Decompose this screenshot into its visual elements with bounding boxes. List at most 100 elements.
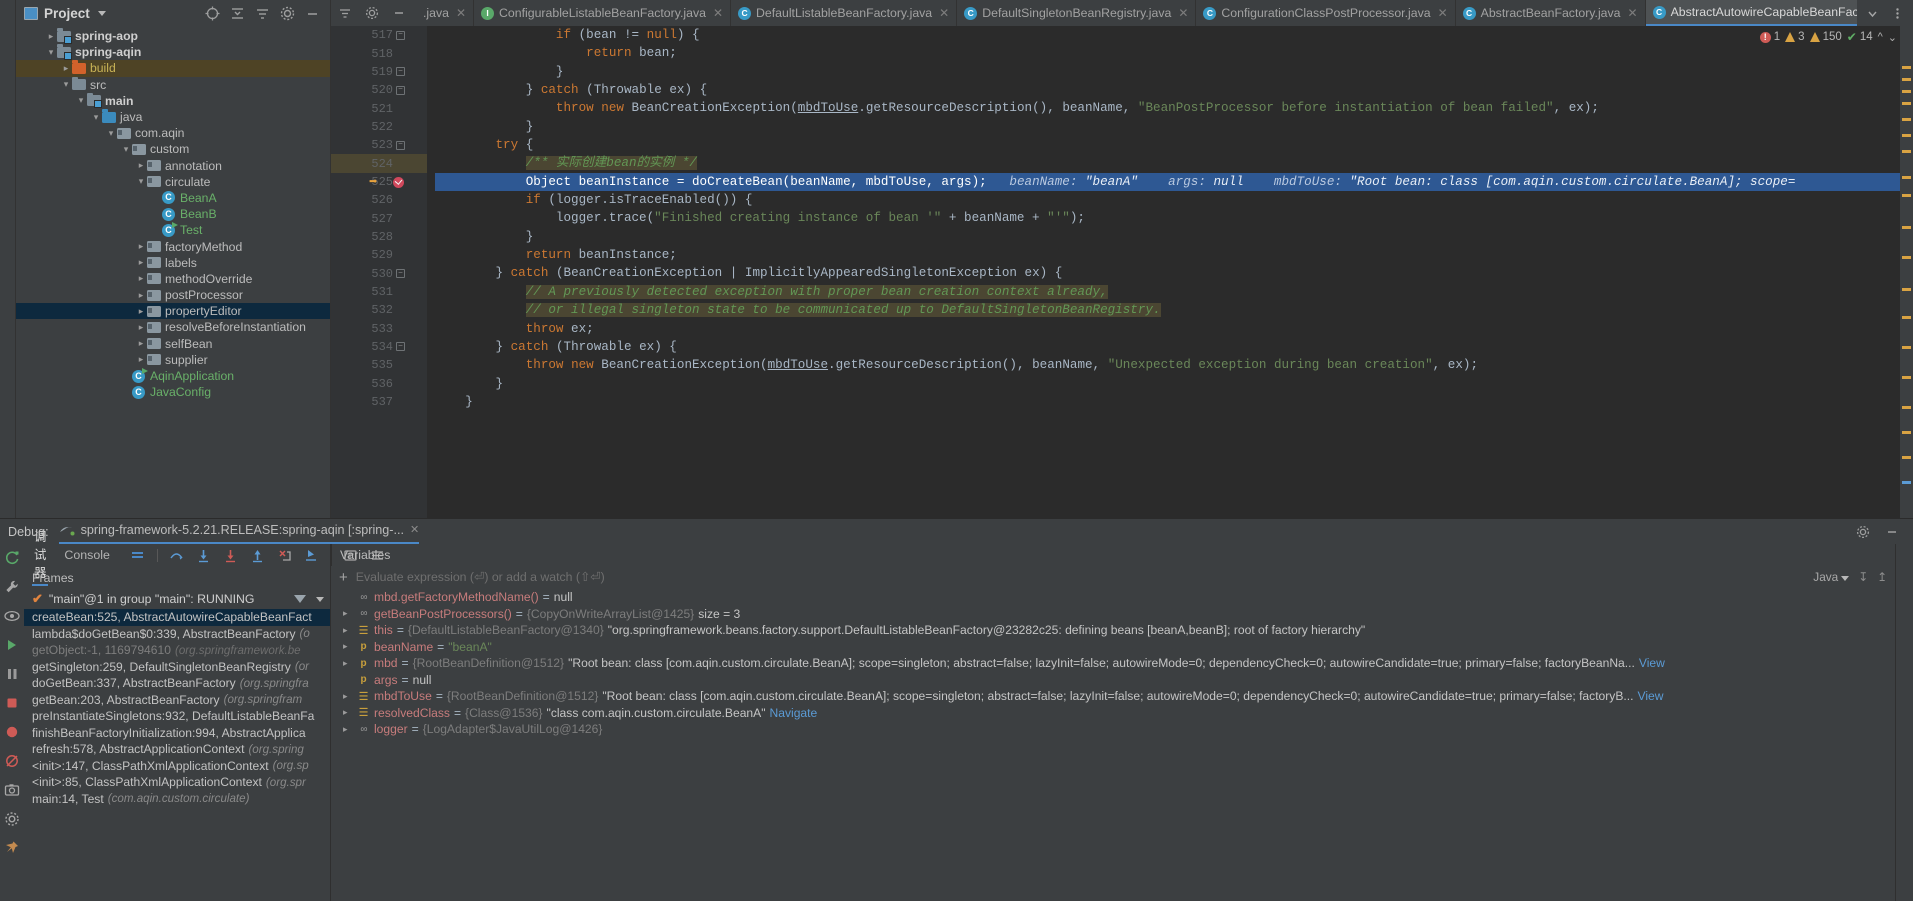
editor-marker[interactable] <box>1902 288 1911 291</box>
editor-marker[interactable] <box>1902 90 1911 93</box>
tree-toggle-open-icon[interactable] <box>105 129 117 138</box>
editor-tab-abstractautowirecapablebeanfactory[interactable]: C AbstractAutowireCapableBeanFactory.java… <box>1645 0 1857 26</box>
expand-toggle-icon[interactable]: ▸ <box>343 641 353 652</box>
target-icon[interactable] <box>205 6 220 21</box>
variable-action-link[interactable]: View <box>1639 656 1665 670</box>
close-icon[interactable]: ✕ <box>410 523 419 536</box>
editor-tab-configurablelistablebeanfactory[interactable]: I ConfigurableListableBeanFactory.java ✕ <box>474 0 732 26</box>
frame-item[interactable]: getBean:203, AbstractBeanFactory (org.spr… <box>24 692 330 709</box>
editor-marker[interactable] <box>1902 134 1911 137</box>
editor-marker[interactable] <box>1902 431 1911 434</box>
code-fold-icon[interactable]: − <box>396 85 405 95</box>
tree-toggle-open-icon[interactable] <box>45 48 57 57</box>
mute-breakpoints-toggle-icon[interactable] <box>4 753 20 769</box>
variable-row[interactable]: ▸ ☰ resolvedClass = {Class@1536} "class co… <box>331 705 1895 722</box>
tree-item-javaconfig[interactable]: C JavaConfig <box>16 384 330 400</box>
tree-item-spring-aqin[interactable]: spring-aqin <box>16 44 330 60</box>
editor-marker[interactable] <box>1902 78 1911 81</box>
variable-row[interactable]: ∞ mbd.getFactoryMethodName() = null <box>331 589 1895 606</box>
close-tab-icon[interactable]: ✕ <box>713 6 723 20</box>
tree-toggle-closed-icon[interactable] <box>135 258 147 267</box>
editor-marker[interactable] <box>1902 150 1911 153</box>
tree-item-circulate[interactable]: circulate <box>16 174 330 190</box>
frame-item[interactable]: <init>:147, ClassPathXmlApplicationConte… <box>24 758 330 775</box>
code-fold-icon[interactable]: − <box>396 269 405 279</box>
frame-item[interactable]: getObject:-1, 1169794610 (org.springframe… <box>24 642 330 659</box>
editor-tab-configurationclasspostprocessor[interactable]: C ConfigurationClassPostProcessor.java ✕ <box>1196 0 1456 26</box>
editor-tab-abstractbeanfactory[interactable]: C AbstractBeanFactory.java ✕ <box>1456 0 1646 26</box>
variable-row[interactable]: ▸ ∞ logger = {LogAdapter$JavaUtilLog@1426} <box>331 721 1895 738</box>
tree-toggle-open-icon[interactable] <box>75 96 87 105</box>
stop-program-icon[interactable] <box>4 695 20 711</box>
chevron-down-icon[interactable] <box>97 10 106 16</box>
editor-marker[interactable] <box>1902 346 1911 349</box>
add-watch-icon[interactable]: + <box>339 569 348 586</box>
evaluate-expression-bar[interactable]: + Evaluate expression (⏎) or add a watch… <box>331 566 1895 588</box>
variables-list[interactable]: ∞ mbd.getFactoryMethodName() = null ▸ ∞ getB… <box>331 588 1895 901</box>
tab-console[interactable]: Console <box>62 546 111 565</box>
gear-icon[interactable] <box>364 6 379 21</box>
gear-icon[interactable] <box>280 6 295 21</box>
gear-icon[interactable] <box>1855 524 1870 539</box>
tree-toggle-open-icon[interactable] <box>120 145 132 154</box>
pause-program-icon[interactable] <box>4 666 20 682</box>
tree-toggle-closed-icon[interactable] <box>60 64 72 73</box>
editor-marker[interactable] <box>1902 481 1911 484</box>
code-fold-icon[interactable]: − <box>396 342 405 352</box>
editor-marker[interactable] <box>1902 316 1911 319</box>
tree-toggle-closed-icon[interactable] <box>135 307 147 316</box>
tree-toggle-closed-icon[interactable] <box>135 291 147 300</box>
close-tab-icon[interactable]: ✕ <box>1178 6 1188 20</box>
frame-item[interactable]: lambda$doGetBean$0:339, AbstractBeanFact… <box>24 626 330 643</box>
collapse-all-icon[interactable]: ↥ <box>1877 570 1887 584</box>
tree-item-labels[interactable]: labels <box>16 255 330 271</box>
chevron-down-icon[interactable] <box>316 596 324 602</box>
resume-program-icon[interactable] <box>4 637 20 653</box>
step-into-icon[interactable] <box>196 548 212 564</box>
tree-item-propertyeditor[interactable]: propertyEditor <box>16 303 330 320</box>
project-tree[interactable]: spring-aopspring-aqinbuildsrcmain javacom… <box>16 26 330 518</box>
drop-frame-icon[interactable] <box>277 548 293 564</box>
frame-item[interactable]: finishBeanFactoryInitialization:994, Abs… <box>24 725 330 742</box>
force-step-into-icon[interactable] <box>223 548 239 564</box>
tree-toggle-closed-icon[interactable] <box>135 339 147 348</box>
language-selector[interactable]: Java <box>1813 570 1850 584</box>
hide-tabs-icon[interactable] <box>337 6 352 21</box>
frame-item[interactable]: refresh:578, AbstractApplicationContext(… <box>24 741 330 758</box>
editor-marker[interactable] <box>1902 118 1911 121</box>
tree-toggle-closed-icon[interactable] <box>135 355 147 364</box>
editor-marker[interactable] <box>1902 102 1911 105</box>
pin-icon[interactable] <box>4 840 20 856</box>
editor-marker[interactable] <box>1902 456 1911 459</box>
step-over-icon[interactable] <box>169 548 185 564</box>
code-fold-icon[interactable]: − <box>396 67 405 77</box>
variable-action-link[interactable]: View <box>1638 689 1664 703</box>
editor-marker-bar[interactable] <box>1900 26 1913 518</box>
tree-toggle-closed-icon[interactable] <box>45 32 57 41</box>
camera-icon[interactable] <box>4 782 20 798</box>
tree-item-methodoverride[interactable]: methodOverride <box>16 271 330 287</box>
inspection-status[interactable]: ! 1 3 150 ✔ 14 ^ ⌄ <box>1759 30 1897 44</box>
code-fold-icon[interactable]: − <box>396 30 405 40</box>
variable-action-link[interactable]: Navigate <box>770 706 818 720</box>
editor-marker[interactable] <box>1902 176 1911 179</box>
editor-marker[interactable] <box>1902 256 1911 259</box>
variable-row[interactable]: ▸ ☰ this = {DefaultListableBeanFactory@134… <box>331 622 1895 639</box>
expand-toggle-icon[interactable]: ▸ <box>343 658 353 669</box>
tree-item-spring-aop[interactable]: spring-aop <box>16 28 330 44</box>
expand-all-icon[interactable]: ↧ <box>1858 570 1868 584</box>
editor-marker[interactable] <box>1902 376 1911 379</box>
frame-item[interactable]: doGetBean:337, AbstractBeanFactory (org.s… <box>24 675 330 692</box>
tree-item-test[interactable]: C Test <box>16 221 330 238</box>
tree-item-supplier[interactable]: supplier <box>16 352 330 368</box>
debug-settings-gear-icon[interactable] <box>4 811 20 827</box>
filter-icon[interactable] <box>294 595 306 603</box>
frame-item[interactable]: preInstantiateSingletons:932, DefaultLis… <box>24 708 330 725</box>
collapse-all-icon[interactable] <box>230 6 245 21</box>
tree-toggle-open-icon[interactable] <box>60 80 72 89</box>
tree-item-factorymethod[interactable]: factoryMethod <box>16 238 330 254</box>
expand-settings-icon[interactable] <box>255 6 270 21</box>
editor-marker[interactable] <box>1902 226 1911 229</box>
tree-item-resolvebeforeinstantiation[interactable]: resolveBeforeInstantiation <box>16 319 330 335</box>
expand-toggle-icon[interactable]: ▸ <box>343 724 353 735</box>
